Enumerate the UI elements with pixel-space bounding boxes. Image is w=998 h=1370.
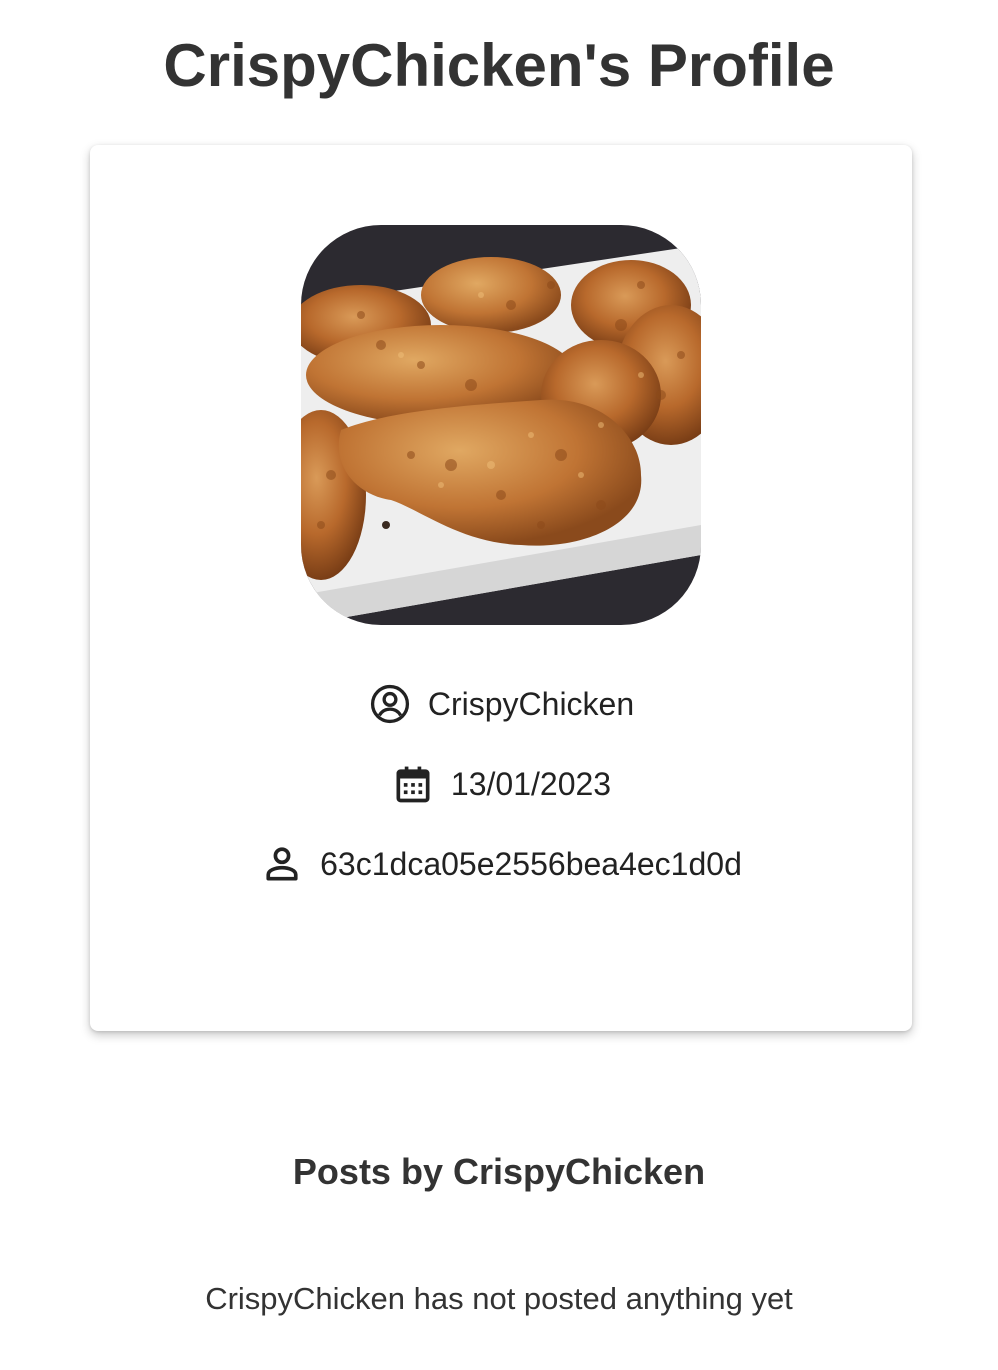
calendar-icon — [391, 762, 435, 806]
person-icon — [260, 842, 304, 886]
username-text: CrispyChicken — [427, 685, 635, 722]
account-circle-icon — [368, 682, 412, 726]
user-id-text: 63c1dca05e2556bea4ec1d0d — [320, 845, 742, 882]
empty-posts-message: CrispyChicken has not posted anything ye… — [205, 1281, 793, 1316]
profile-card: CrispyChicken 13/01/2023 63c1dca05e2556b… — [90, 145, 912, 1031]
avatar — [301, 225, 701, 625]
joined-date-text: 13/01/2023 — [450, 765, 612, 802]
posts-heading: Posts by CrispyChicken — [292, 1151, 706, 1192]
username-row: CrispyChicken — [90, 682, 912, 726]
joined-date-row: 13/01/2023 — [90, 762, 912, 806]
page-title: CrispyChicken's Profile — [163, 32, 835, 99]
user-id-row: 63c1dca05e2556bea4ec1d0d — [90, 842, 912, 886]
